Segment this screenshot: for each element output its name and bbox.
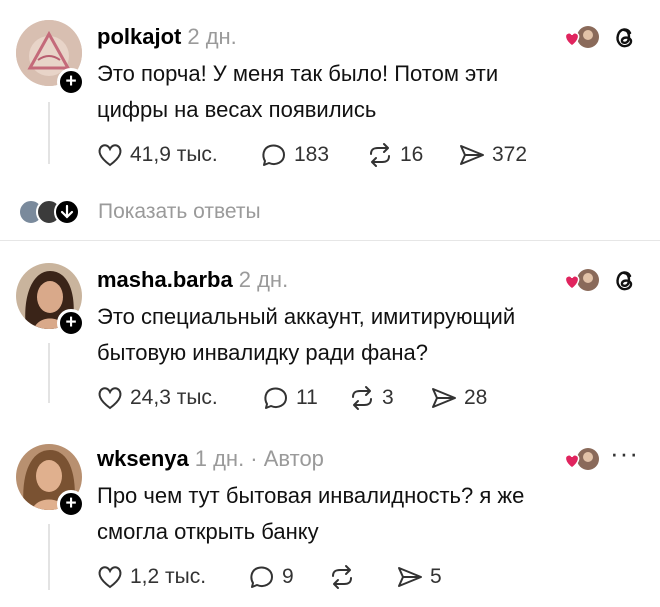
heart-icon [98, 387, 122, 410]
heart-icon [98, 144, 122, 167]
heart-avatar-icon [564, 26, 599, 48]
more-icon[interactable]: ··· [610, 438, 639, 469]
like-count: 41,9 тыс. [130, 143, 218, 166]
post-wksenya: + wksenya 1 дн. · Автор ··· Про чем тут б… [0, 424, 660, 607]
post-line-2: смогла открыть банку [97, 519, 319, 544]
comment-icon [262, 144, 285, 166]
username[interactable]: polkajot 2 дн. [97, 24, 237, 50]
post-line-1: Это порча! У меня так было! Потом эти [97, 61, 499, 86]
repost-button[interactable] [328, 564, 396, 590]
post-line-2: бытовую инвалидку ради фана? [97, 340, 429, 365]
like-button[interactable]: 41,9 тыс. [96, 142, 260, 168]
like-button[interactable]: 1,2 тыс. [96, 564, 248, 590]
follow-plus-icon[interactable]: + [57, 309, 85, 337]
like-count: 1,2 тыс. [130, 565, 207, 588]
author-liked-badge [562, 267, 602, 300]
post-body: Это порча! У меня так было! Потом эти ци… [97, 56, 597, 128]
post-body: Это специальный аккаунт, имитирующий быт… [97, 299, 597, 371]
username-text[interactable]: polkajot [97, 24, 181, 49]
author-liked-badge [562, 24, 602, 57]
comment-button[interactable]: 11 [262, 385, 348, 411]
action-bar: 24,3 тыс. 11 3 28 [96, 383, 487, 413]
share-count: 372 [492, 143, 528, 166]
author-liked-badge [562, 446, 602, 479]
follow-plus-icon[interactable]: + [57, 68, 85, 96]
username-text[interactable]: masha.barba [97, 267, 233, 292]
share-icon [460, 145, 484, 165]
post-body: Про чем тут бытовая инвалидность? я же с… [97, 478, 597, 550]
repost-button[interactable]: 3 [348, 385, 430, 411]
post-polkajot: + polkajot 2 дн. Это порча! У меня так бы… [0, 0, 660, 240]
post-time: 1 дн. · Автор [194, 446, 324, 471]
heart-icon [98, 566, 122, 589]
share-count: 5 [430, 565, 442, 588]
reply-avatars[interactable] [18, 199, 80, 225]
share-button[interactable]: 5 [396, 564, 442, 590]
thread-line [48, 102, 50, 164]
comment-icon [264, 387, 287, 409]
share-icon [432, 388, 456, 408]
repost-count: 16 [400, 143, 424, 166]
share-button[interactable]: 28 [430, 385, 487, 411]
post-masha-barba: + masha.barba 2 дн. Это специальный аккау… [0, 241, 660, 431]
username[interactable]: masha.barba 2 дн. [97, 267, 288, 293]
repost-count: 3 [382, 386, 394, 409]
post-time: 2 дн. [187, 24, 237, 49]
threads-icon[interactable] [612, 267, 638, 298]
share-button[interactable]: 372 [458, 142, 527, 168]
comment-button[interactable]: 183 [260, 142, 366, 168]
thread-line [48, 343, 50, 403]
action-bar: 41,9 тыс. 183 16 372 [96, 140, 527, 170]
repost-icon [352, 386, 372, 410]
comment-count: 9 [282, 565, 294, 588]
comment-count: 11 [296, 386, 318, 409]
heart-avatar-icon [564, 448, 599, 470]
heart-avatar-icon [564, 269, 599, 291]
comment-icon [250, 566, 273, 588]
like-count: 24,3 тыс. [130, 386, 218, 409]
share-count: 28 [464, 386, 488, 409]
repost-icon [332, 565, 352, 589]
post-time: 2 дн. [238, 267, 289, 292]
post-line-2: цифры на весах появились [97, 97, 377, 122]
comment-button[interactable]: 9 [248, 564, 328, 590]
show-replies-link[interactable]: Показать ответы [98, 200, 261, 224]
share-icon [398, 567, 422, 587]
like-button[interactable]: 24,3 тыс. [96, 385, 262, 411]
post-line-1: Про чем тут бытовая инвалидность? я же [97, 483, 525, 508]
repost-button[interactable]: 16 [366, 142, 458, 168]
comment-count: 183 [294, 143, 330, 166]
threads-icon[interactable] [612, 24, 638, 55]
username[interactable]: wksenya 1 дн. · Автор [97, 446, 324, 472]
action-bar: 1,2 тыс. 9 5 [96, 562, 442, 592]
repost-icon [370, 143, 390, 167]
thread-line [48, 524, 50, 590]
post-line-1: Это специальный аккаунт, имитирующий [97, 304, 516, 329]
arrow-down-icon [54, 199, 80, 225]
follow-plus-icon[interactable]: + [57, 490, 85, 518]
username-text[interactable]: wksenya [97, 446, 189, 471]
